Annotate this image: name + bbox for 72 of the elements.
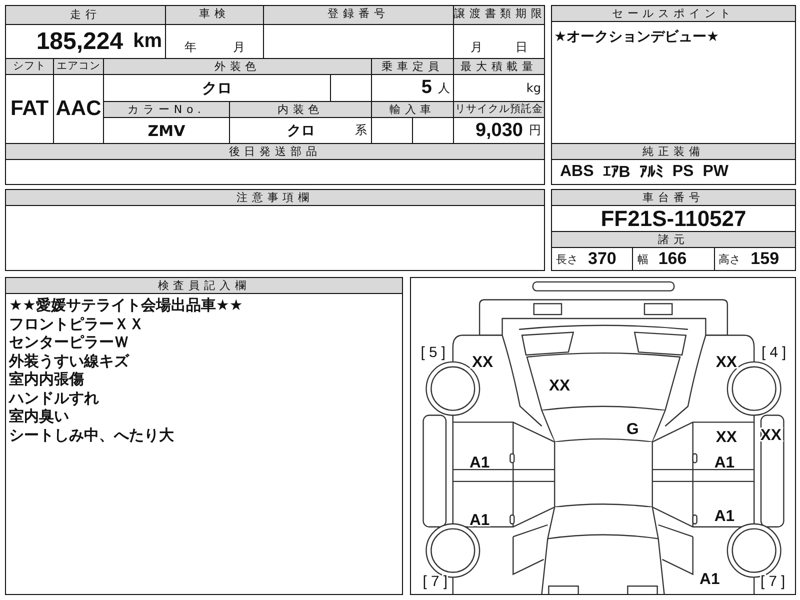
inspector-note: センターピラーＷ (9, 333, 130, 352)
inspector-note: 室内内張傷 (9, 370, 85, 388)
exterior-color-value: クロ (104, 75, 330, 101)
inspector-note: ★★愛媛サテライト会場出品車★★ (9, 296, 244, 314)
max-load-unit: kg (526, 81, 541, 95)
dimension-label: 幅 (637, 252, 648, 266)
shift-value: FAT (6, 75, 53, 143)
dimension-value: 166 (658, 249, 687, 269)
inspector-note: フロントピラーＸＸ (9, 314, 145, 333)
capacity-label: 乗車定員 (372, 59, 453, 74)
equipment-item: ｱﾙﾐ (639, 162, 664, 182)
sales-point-text: ★オークションデビュー★ (554, 29, 720, 45)
dimension-value: 370 (588, 249, 616, 269)
month-unit: 月 (470, 39, 482, 56)
equipment-label: 純正装備 (552, 143, 795, 160)
aircon-label: エアコン (54, 59, 103, 74)
inspector-note: ハンドルすれ (9, 388, 100, 407)
mileage-unit: km (133, 30, 162, 53)
interior-color-label: 内装色 (230, 102, 371, 117)
exterior-color-label: 外装色 (104, 59, 371, 74)
later-parts-label: 後日発送部品 (6, 144, 544, 159)
capacity-value: 5 (421, 77, 432, 99)
damage-code: A1 (700, 571, 720, 588)
inspector-notes-label: 検査員記入欄 (6, 278, 402, 294)
import-label: 輸入車 (372, 102, 453, 117)
panel-number: [ 7 ] (422, 574, 448, 590)
sales-point-label: セールスポイント (552, 6, 795, 22)
panel-number: [ 7 ] (760, 574, 786, 590)
equipment-item: PS (672, 163, 694, 181)
damage-code: A1 (469, 454, 490, 472)
day-unit: 日 (516, 39, 528, 56)
damage-code: XX (716, 428, 737, 446)
damage-code: A1 (714, 454, 735, 472)
equipment-item: ABS (560, 163, 594, 181)
inspection-label: 車検 (166, 6, 263, 24)
aircon-value: AAC (54, 75, 103, 143)
registration-label: 登録番号 (264, 6, 453, 24)
specifications-label: 諸元 (552, 231, 795, 248)
notes-label: 注意事項欄 (6, 190, 544, 206)
panel-number: [ 5 ] (420, 345, 446, 361)
damage-code: A1 (714, 508, 735, 525)
damage-code: XX (716, 354, 737, 371)
month-unit: 月 (232, 39, 245, 56)
chassis-number-label: 車台番号 (552, 190, 795, 206)
color-number-value: ZMV (104, 118, 229, 143)
recycle-fee-value: 9,030 (475, 120, 523, 142)
yen-unit: 円 (529, 122, 541, 139)
damage-code: XX (549, 378, 570, 395)
chassis-number: FF21S-110527 (600, 206, 748, 231)
dimension-value: 159 (750, 249, 780, 269)
panel-number: [ 4 ] (761, 345, 786, 361)
inspector-note: 室内臭い (9, 407, 70, 426)
damage-code: A1 (469, 512, 490, 529)
mileage-value: 185,224 (36, 28, 124, 56)
mileage-label: 走行 (6, 6, 165, 24)
inspector-note: 外装うすい線キズ (9, 352, 130, 370)
color-suffix: 系 (355, 122, 367, 139)
shift-label: シフト (6, 59, 53, 74)
transfer-deadline-label: 譲渡書類期限 (454, 6, 544, 24)
equipment-item: PW (702, 163, 728, 181)
damage-code: XX (472, 354, 494, 371)
dimension-label: 高さ (718, 252, 741, 266)
damage-code: G (626, 421, 639, 438)
inspector-note: シートしみ中、へたり大 (9, 426, 175, 444)
dimension-label: 長さ (556, 252, 578, 266)
capacity-unit: 人 (438, 80, 450, 96)
year-unit: 年 (184, 39, 196, 56)
equipment-item: ｴｱB (602, 162, 630, 182)
color-number-label: カラーNo. (104, 102, 229, 117)
interior-color-value: クロ (287, 122, 315, 140)
max-load-label: 最大積載量 (454, 59, 544, 74)
recycle-fee-label: リサイクル預託金 (454, 102, 544, 117)
